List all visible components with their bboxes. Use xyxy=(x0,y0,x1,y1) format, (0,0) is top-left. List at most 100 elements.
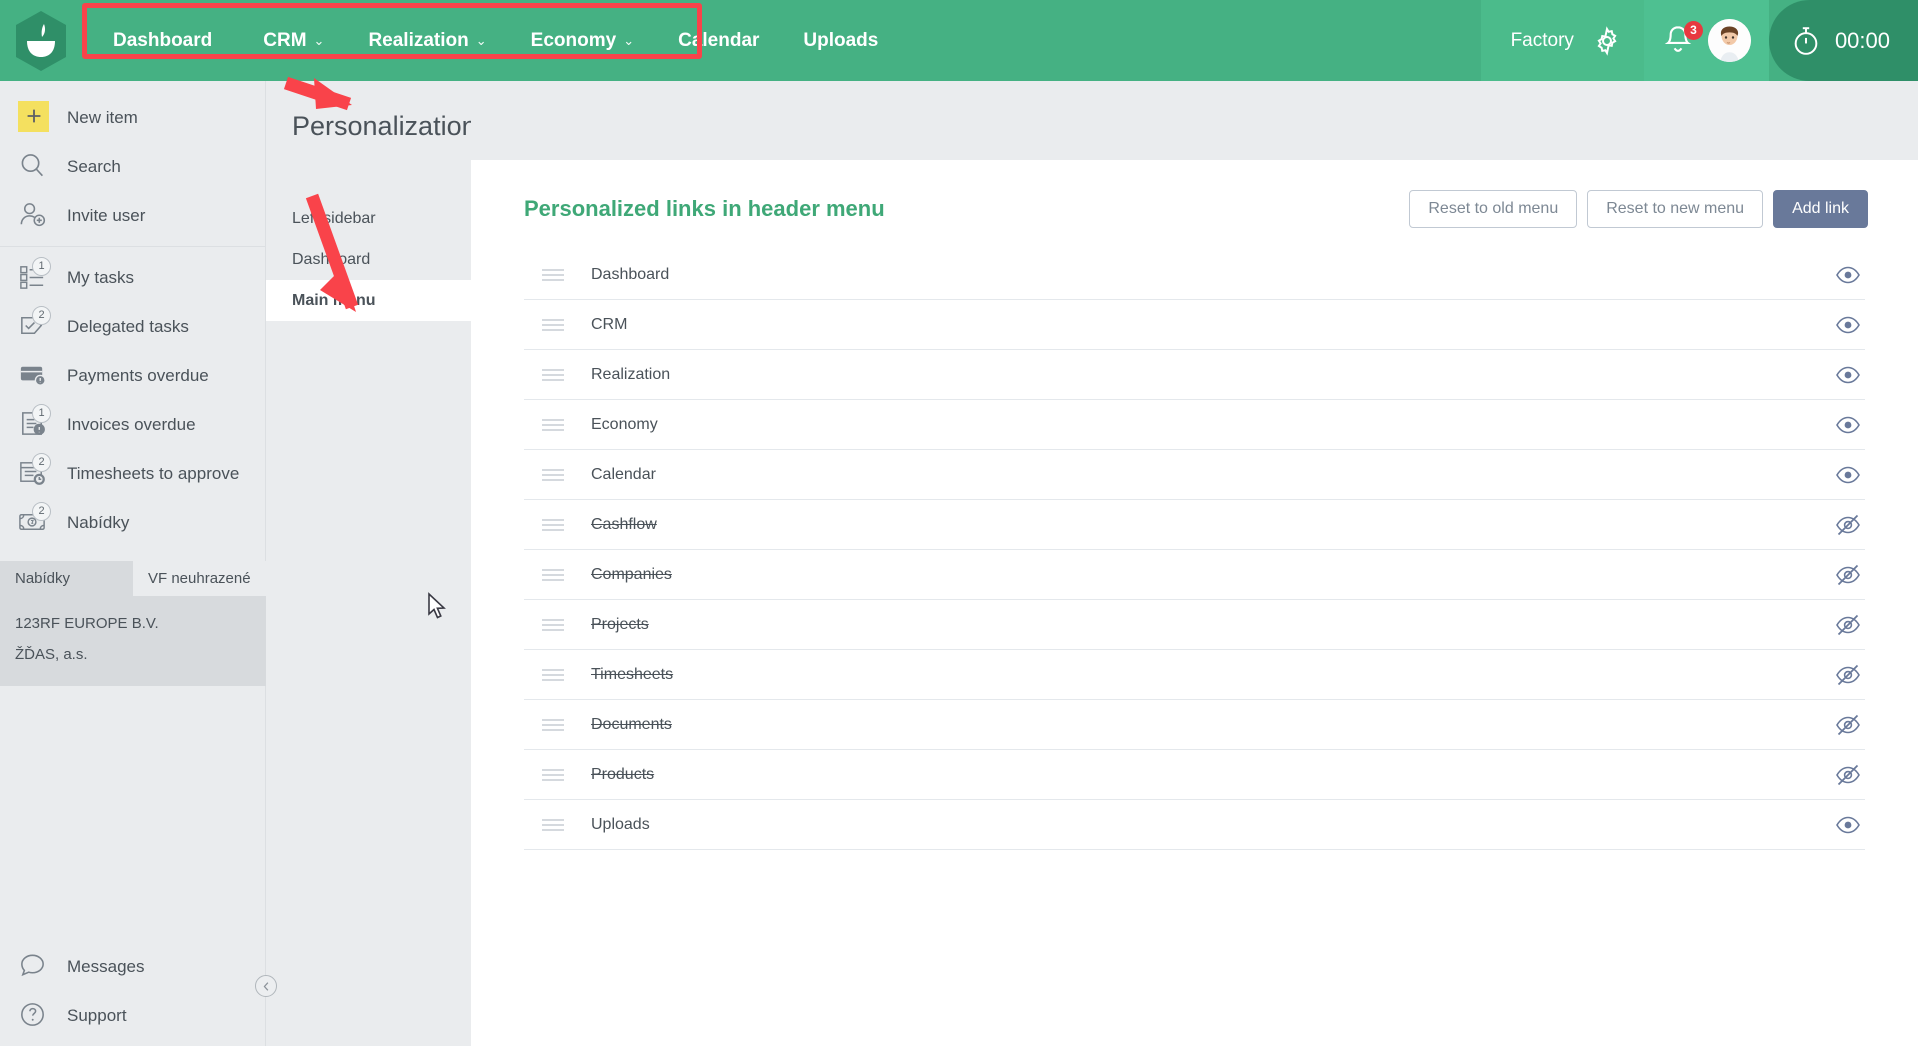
table-row[interactable]: Uploads xyxy=(524,800,1865,850)
personalization-subnav: Personalization Left sidebar Dashboard M… xyxy=(266,81,471,1046)
nav-item-calendar[interactable]: Calendar xyxy=(656,0,781,81)
search-icon xyxy=(17,150,51,184)
panel-tab-label: VF neuhrazené xyxy=(148,570,251,587)
drag-handle-icon[interactable] xyxy=(542,716,564,734)
eye-off-icon[interactable] xyxy=(1835,762,1861,788)
chevron-down-icon: ⌄ xyxy=(476,0,487,81)
tasks-icon: 1 xyxy=(17,261,51,295)
eye-icon[interactable] xyxy=(1835,812,1861,838)
sidebar-item-new-item[interactable]: New item xyxy=(0,93,265,142)
add-link-button[interactable]: Add link xyxy=(1773,190,1868,228)
menu-links-list: Dashboard CRM Realization Economy Calendar Ca… xyxy=(471,250,1918,850)
table-row[interactable]: Cashflow xyxy=(524,500,1865,550)
sidebar-item-support[interactable]: Support xyxy=(0,991,266,1040)
sidebar-item-payments-overdue[interactable]: Payments overdue xyxy=(0,351,265,400)
personalized-links-card: Personalized links in header menu Reset … xyxy=(471,160,1918,1046)
menu-link-label: Realization xyxy=(591,366,670,384)
gear-icon[interactable] xyxy=(1592,26,1622,56)
eye-icon[interactable] xyxy=(1835,462,1861,488)
nav-label: Realization xyxy=(368,0,468,81)
nav-item-uploads[interactable]: Uploads xyxy=(781,0,900,81)
menu-link-label: Uploads xyxy=(591,816,650,834)
sidebar-badge: 1 xyxy=(32,404,51,423)
table-row[interactable]: Companies xyxy=(524,550,1865,600)
table-row[interactable]: Projects xyxy=(524,600,1865,650)
sidebar-item-search[interactable]: Search xyxy=(0,142,265,191)
subnav-item-left-sidebar[interactable]: Left sidebar xyxy=(266,198,471,239)
delegated-tasks-icon: 2 xyxy=(17,310,51,344)
drag-handle-icon[interactable] xyxy=(542,266,564,284)
nav-item-realization[interactable]: Realization ⌄ xyxy=(346,0,508,81)
drag-handle-icon[interactable] xyxy=(542,416,564,434)
drag-handle-icon[interactable] xyxy=(542,516,564,534)
eye-icon[interactable] xyxy=(1835,262,1861,288)
header-nav: Dashboard CRM ⌄ Realization ⌄ Economy ⌄ … xyxy=(81,0,900,81)
eye-off-icon[interactable] xyxy=(1835,662,1861,688)
menu-link-label: Cashflow xyxy=(591,516,657,534)
table-row[interactable]: Documents xyxy=(524,700,1865,750)
main-content: Personalized links in header menu Reset … xyxy=(471,81,1918,1046)
chat-bubble-icon xyxy=(17,950,51,984)
sidebar-item-nabidky[interactable]: 2 Nabídky xyxy=(0,498,265,547)
table-row[interactable]: Dashboard xyxy=(524,250,1865,300)
subnav-item-dashboard[interactable]: Dashboard xyxy=(266,239,471,280)
nav-label: Dashboard xyxy=(113,0,212,81)
nav-item-economy[interactable]: Economy ⌄ xyxy=(509,0,656,81)
nav-item-dashboard[interactable]: Dashboard xyxy=(91,0,241,81)
notifications-button[interactable]: 3 xyxy=(1662,24,1694,58)
sidebar-item-my-tasks[interactable]: 1 My tasks xyxy=(0,253,265,302)
sidebar-item-invite-user[interactable]: Invite user xyxy=(0,191,265,240)
nav-label: CRM xyxy=(263,0,306,81)
drag-handle-icon[interactable] xyxy=(542,766,564,784)
table-row[interactable]: CRM xyxy=(524,300,1865,350)
sidebar-collapse-button[interactable] xyxy=(255,975,277,997)
menu-link-label: Calendar xyxy=(591,466,656,484)
sidebar-item-label: Delegated tasks xyxy=(67,317,189,337)
list-item[interactable]: ŽĎAS, a.s. xyxy=(15,639,266,670)
eye-icon[interactable] xyxy=(1835,312,1861,338)
drag-handle-icon[interactable] xyxy=(542,566,564,584)
panel-tab-label: Nabídky xyxy=(15,570,70,587)
sidebar-item-messages[interactable]: Messages xyxy=(0,942,266,991)
plus-icon xyxy=(17,101,51,135)
eye-off-icon[interactable] xyxy=(1835,712,1861,738)
eye-off-icon[interactable] xyxy=(1835,562,1861,588)
factory-settings-button[interactable]: Factory xyxy=(1481,0,1644,81)
panel-tab-nabidky[interactable]: Nabídky xyxy=(0,561,133,596)
drag-handle-icon[interactable] xyxy=(542,816,564,834)
table-row[interactable]: Economy xyxy=(524,400,1865,450)
subnav-item-main-menu[interactable]: Main menu xyxy=(266,280,471,321)
avatar[interactable] xyxy=(1708,19,1751,62)
stopwatch-icon xyxy=(1791,25,1821,57)
eye-off-icon[interactable] xyxy=(1835,612,1861,638)
app-logo[interactable] xyxy=(0,0,81,81)
sidebar-item-timesheets-to-approve[interactable]: 2 Timesheets to approve xyxy=(0,449,265,498)
sidebar-item-invoices-overdue[interactable]: 1 Invoices overdue xyxy=(0,400,265,449)
sidebar-item-label: Search xyxy=(67,157,121,177)
table-row[interactable]: Timesheets xyxy=(524,650,1865,700)
drag-handle-icon[interactable] xyxy=(542,366,564,384)
drag-handle-icon[interactable] xyxy=(542,466,564,484)
drag-handle-icon[interactable] xyxy=(542,316,564,334)
reset-to-old-menu-button[interactable]: Reset to old menu xyxy=(1409,190,1577,228)
menu-link-label: CRM xyxy=(591,316,627,334)
nav-item-crm[interactable]: CRM ⌄ xyxy=(241,0,346,81)
eye-icon[interactable] xyxy=(1835,362,1861,388)
eye-off-icon[interactable] xyxy=(1835,512,1861,538)
reset-to-new-menu-button[interactable]: Reset to new menu xyxy=(1587,190,1763,228)
factory-label: Factory xyxy=(1511,30,1574,52)
chevron-down-icon: ⌄ xyxy=(623,0,634,81)
sidebar-item-label: Messages xyxy=(67,957,144,977)
table-row[interactable]: Products xyxy=(524,750,1865,800)
timer-widget[interactable]: 00:00 xyxy=(1769,0,1918,81)
sidebar-badge: 1 xyxy=(32,257,51,276)
drag-handle-icon[interactable] xyxy=(542,666,564,684)
panel-tab-vf-neuhrazene[interactable]: VF neuhrazené xyxy=(133,561,266,596)
eye-icon[interactable] xyxy=(1835,412,1861,438)
table-row[interactable]: Calendar xyxy=(524,450,1865,500)
list-item[interactable]: 123RF EUROPE B.V. xyxy=(15,608,266,639)
drag-handle-icon[interactable] xyxy=(542,616,564,634)
menu-link-label: Projects xyxy=(591,616,649,634)
sidebar-item-delegated-tasks[interactable]: 2 Delegated tasks xyxy=(0,302,265,351)
table-row[interactable]: Realization xyxy=(524,350,1865,400)
